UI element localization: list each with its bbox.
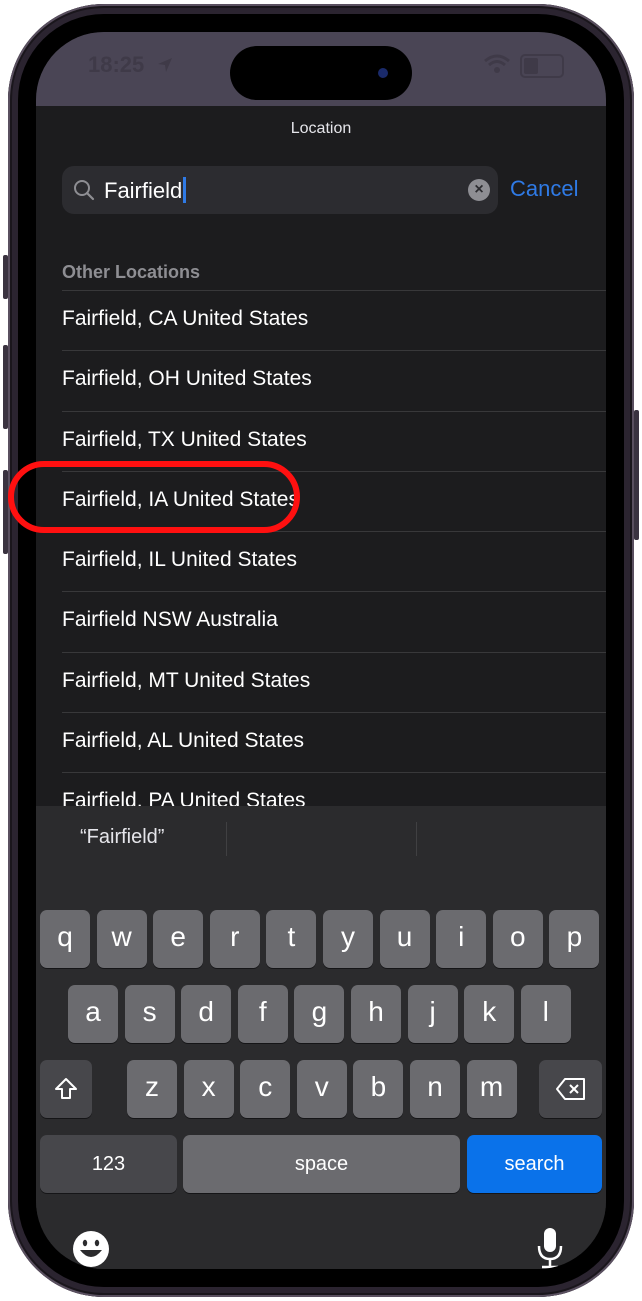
section-header-other-locations: Other Locations [62, 262, 201, 282]
list-item[interactable]: Fairfield, MT United States [62, 651, 606, 712]
keyboard: “Fairfield” qwertyuiop asdfghjkl zxcvbnm… [36, 806, 606, 1269]
key-b[interactable]: b [353, 1060, 404, 1118]
suggestion-item[interactable]: “Fairfield” [80, 826, 164, 849]
location-arrow-icon [158, 58, 172, 72]
key-p[interactable]: p [549, 910, 600, 968]
key-h[interactable]: h [351, 985, 401, 1043]
key-w[interactable]: w [96, 910, 147, 968]
key-k[interactable]: k [464, 985, 515, 1043]
search-icon [74, 180, 95, 201]
highlight-annotation [8, 461, 300, 533]
key-s[interactable]: s [124, 985, 175, 1043]
space-key[interactable]: space [183, 1135, 460, 1193]
search-input-value: Fairfield [104, 177, 187, 204]
list-item[interactable]: Fairfield, OH United States [62, 350, 606, 410]
key-f[interactable]: f [237, 985, 288, 1043]
list-item[interactable]: Fairfield, IL United States [62, 531, 606, 591]
search-input[interactable]: Fairfield × [62, 166, 498, 214]
status-time: 18:25 [88, 52, 145, 77]
key-d[interactable]: d [181, 985, 232, 1043]
shift-key[interactable] [40, 1060, 92, 1118]
key-n[interactable]: n [410, 1060, 460, 1118]
clear-search-button[interactable]: × [468, 179, 490, 201]
key-l[interactable]: l [520, 985, 571, 1043]
volume-up-button [3, 345, 8, 429]
delete-key[interactable] [539, 1060, 602, 1118]
key-j[interactable]: j [407, 985, 458, 1043]
key-e[interactable]: e [153, 910, 204, 968]
microphone-icon[interactable] [536, 1226, 564, 1269]
key-z[interactable]: z [127, 1060, 177, 1118]
status-bar: 18:25 [36, 32, 606, 108]
key-x[interactable]: x [183, 1060, 234, 1118]
numbers-key[interactable]: 123 [40, 1135, 177, 1193]
list-item[interactable]: Fairfield NSW Australia [62, 591, 606, 651]
wifi-icon [484, 54, 510, 73]
action-button [3, 255, 8, 299]
sheet-title: Location [290, 120, 352, 137]
predictive-bar: “Fairfield” [36, 806, 606, 866]
key-v[interactable]: v [296, 1060, 347, 1118]
key-m[interactable]: m [466, 1060, 517, 1118]
key-u[interactable]: u [379, 910, 430, 968]
emoji-icon[interactable] [72, 1230, 110, 1268]
search-key[interactable]: search [467, 1135, 602, 1193]
list-item[interactable]: Fairfield, AL United States [62, 712, 606, 772]
results-list: Fairfield, CA United States Fairfield, O… [62, 290, 606, 833]
key-o[interactable]: o [492, 910, 543, 968]
key-r[interactable]: r [209, 910, 260, 968]
shift-icon [55, 1078, 77, 1099]
volume-down-button [3, 470, 8, 554]
key-t[interactable]: t [266, 910, 317, 968]
camera-icon [378, 68, 388, 78]
key-q[interactable]: q [40, 910, 90, 968]
backspace-icon [555, 1078, 585, 1100]
text-caret [183, 177, 187, 203]
key-i[interactable]: i [436, 910, 487, 968]
list-item[interactable]: Fairfield, CA United States [62, 290, 606, 350]
cancel-button[interactable]: Cancel [510, 176, 578, 202]
key-y[interactable]: y [323, 910, 373, 968]
dynamic-island [230, 46, 412, 100]
suggestion-divider [226, 822, 227, 856]
key-g[interactable]: g [294, 985, 345, 1043]
side-button [634, 410, 639, 540]
battery-icon [520, 54, 564, 78]
key-c[interactable]: c [240, 1060, 291, 1118]
key-a[interactable]: a [68, 985, 118, 1043]
screen: 18:25 Location Fairfield × Cancel Other … [36, 32, 606, 1269]
suggestion-divider [416, 822, 417, 856]
